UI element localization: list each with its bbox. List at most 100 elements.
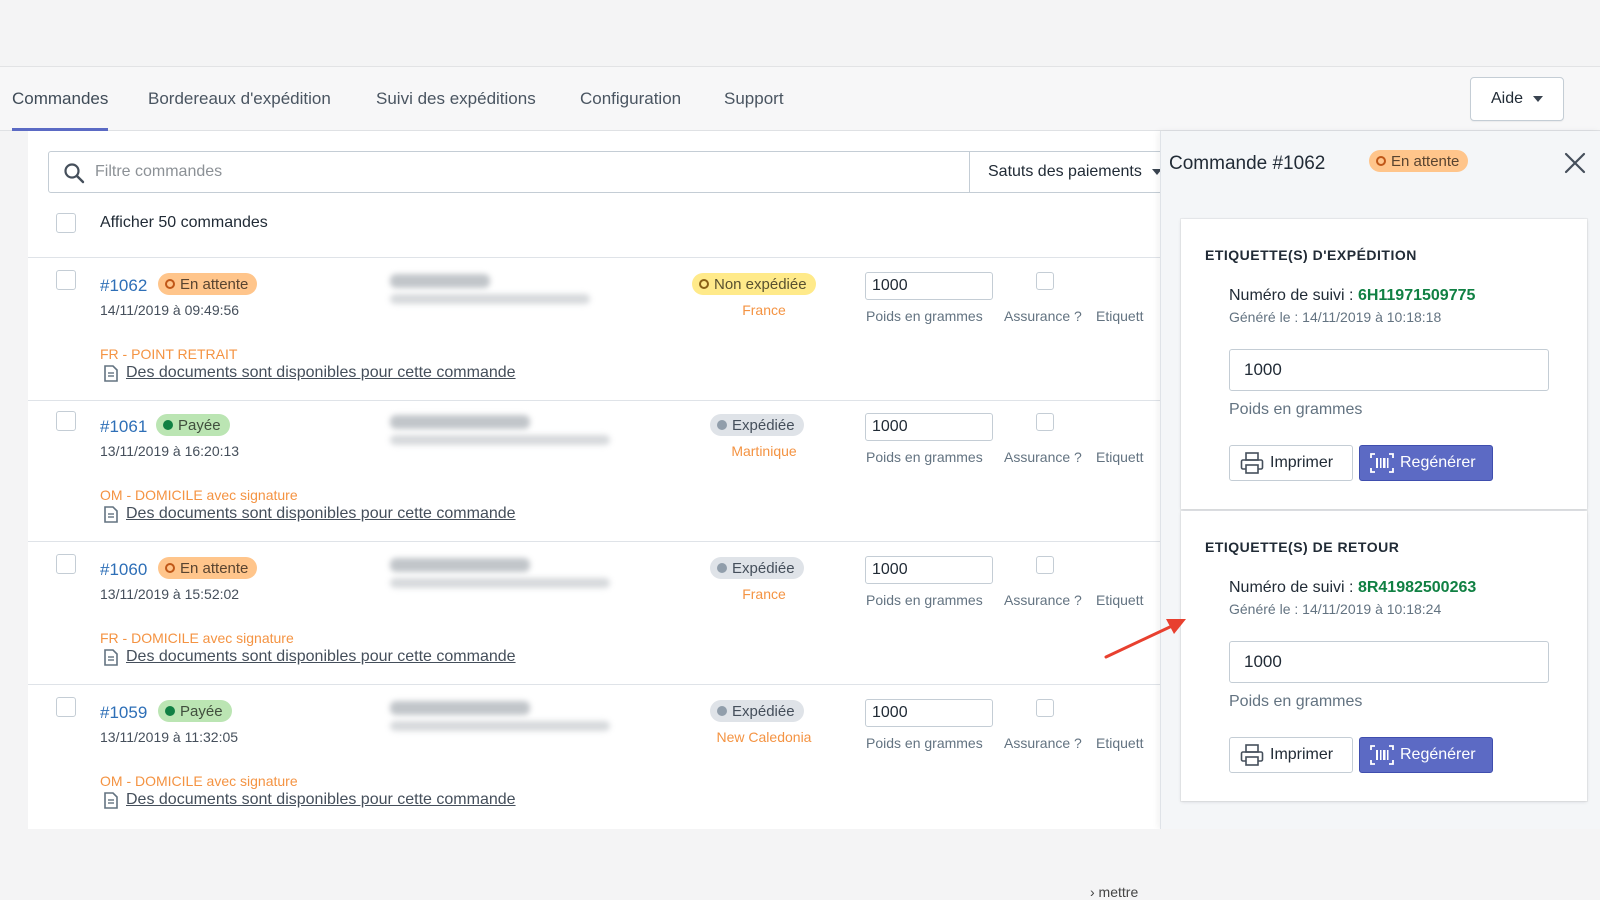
shipping-weight-input[interactable] (1229, 349, 1549, 391)
return-weight-input[interactable] (1229, 641, 1549, 683)
regenerate-button[interactable]: Regénérer (1359, 737, 1493, 773)
documents-link[interactable]: Des documents sont disponibles pour cett… (126, 648, 516, 666)
tab-configuration[interactable]: Configuration (580, 67, 681, 131)
status-dot-icon (1376, 156, 1386, 166)
customer-email-redacted (390, 721, 610, 731)
caret-down-icon (1151, 169, 1160, 175)
badge-label: Expédiée (732, 416, 795, 434)
insurance-checkbox[interactable] (1036, 272, 1054, 290)
insurance-checkbox[interactable] (1036, 413, 1054, 431)
payment-status-badge: En attente (158, 557, 258, 579)
order-id-link[interactable]: #1062 (100, 276, 147, 296)
insurance-checkbox[interactable] (1036, 556, 1054, 574)
order-id-link[interactable]: #1059 (100, 703, 147, 723)
document-icon (104, 792, 118, 809)
status-dot-icon (717, 563, 727, 573)
shipping-service: OM - DOMICILE avec signature (100, 773, 298, 789)
show-orders-label: Afficher 50 commandes (100, 214, 268, 231)
print-button[interactable]: Imprimer (1229, 737, 1353, 773)
weight-label: Poids en grammes (866, 308, 983, 324)
weight-input[interactable] (865, 413, 993, 441)
document-icon (104, 506, 118, 523)
weight-label: Poids en grammes (1229, 693, 1363, 710)
card-title: ETIQUETTE(S) D'EXPÉDITION (1205, 247, 1417, 263)
card-title: ETIQUETTE(S) DE RETOUR (1205, 539, 1400, 555)
weight-input[interactable] (865, 699, 993, 727)
search-icon (64, 163, 85, 184)
shipping-service: FR - POINT RETRAIT (100, 346, 238, 362)
badge-label: Payée (178, 416, 221, 434)
badge-label: Payée (180, 702, 223, 720)
row-checkbox[interactable] (56, 697, 76, 717)
regenerate-label: Regénérer (1400, 454, 1476, 471)
search-input[interactable] (95, 160, 855, 184)
panel-title: Commande #1062 (1169, 153, 1326, 174)
order-id-link[interactable]: #1061 (100, 417, 147, 437)
tracking-number-value[interactable]: 6H11971509775 (1358, 287, 1475, 304)
weight-label: Poids en grammes (866, 735, 983, 751)
shipping-service: FR - DOMICILE avec signature (100, 630, 294, 646)
weight-input[interactable] (865, 272, 993, 300)
regenerate-label: Regénérer (1400, 746, 1476, 763)
payment-status-badge: Payée (156, 414, 230, 436)
customer-name-redacted (390, 274, 490, 288)
payment-status-select[interactable]: Satuts des paiements (969, 152, 1160, 192)
row-checkbox[interactable] (56, 411, 76, 431)
tracking-label: Numéro de suivi : (1229, 579, 1358, 596)
print-button[interactable]: Imprimer (1229, 445, 1353, 481)
table-row: #1061 Payée 13/11/2019 à 16:20:13 Expédi… (28, 399, 1160, 542)
filter-bar: Satuts des paiements (48, 151, 1160, 193)
help-dropdown-button[interactable]: Aide (1470, 77, 1564, 121)
label-column-label: Etiquett (1096, 308, 1144, 324)
tracking-number-value[interactable]: 8R41982500263 (1358, 579, 1476, 596)
help-label: Aide (1490, 90, 1524, 107)
destination-country: France (742, 302, 786, 318)
weight-input[interactable] (865, 556, 993, 584)
print-label: Imprimer (1270, 746, 1334, 763)
customer-name-redacted (390, 558, 530, 572)
insurance-checkbox[interactable] (1036, 699, 1054, 717)
label-column-label: Etiquett (1096, 735, 1144, 751)
insurance-label: Assurance ? (1004, 735, 1082, 751)
select-all-checkbox[interactable] (56, 213, 76, 233)
badge-label: Expédiée (732, 559, 795, 577)
print-label: Imprimer (1270, 454, 1334, 471)
weight-label: Poids en grammes (1229, 401, 1363, 418)
order-date: 13/11/2019 à 11:32:05 (100, 729, 239, 745)
insurance-label: Assurance ? (1004, 592, 1082, 608)
status-dot-icon (717, 420, 727, 430)
status-dot-icon (165, 706, 175, 716)
caret-down-icon (1533, 96, 1544, 102)
status-dot-icon (717, 706, 727, 716)
weight-label: Poids en grammes (866, 449, 983, 465)
close-icon[interactable] (1561, 149, 1589, 177)
order-id-link[interactable]: #1060 (100, 560, 147, 580)
customer-name-redacted (390, 701, 530, 715)
footer-fragment: › mettre (1090, 884, 1139, 900)
insurance-label: Assurance ? (1004, 308, 1082, 324)
insurance-label: Assurance ? (1004, 449, 1082, 465)
shipping-service: OM - DOMICILE avec signature (100, 487, 298, 503)
row-checkbox[interactable] (56, 554, 76, 574)
tab-bordereaux[interactable]: Bordereaux d'expédition (148, 67, 331, 131)
customer-email-redacted (390, 435, 610, 445)
documents-link[interactable]: Des documents sont disponibles pour cett… (126, 791, 516, 809)
badge-label: En attente (1391, 152, 1460, 170)
shipping-label-card: ETIQUETTE(S) D'EXPÉDITION Numéro de suiv… (1181, 219, 1587, 509)
order-detail-panel: Commande #1062 En attente ETIQUETTE(S) D… (1160, 131, 1600, 829)
main-nav: Commandes Bordereaux d'expédition Suivi … (0, 67, 1600, 131)
document-icon (104, 649, 118, 666)
order-status-badge: En attente (1369, 150, 1469, 172)
regenerate-button[interactable]: Regénérer (1359, 445, 1493, 481)
badge-label: En attente (180, 559, 249, 577)
documents-link[interactable]: Des documents sont disponibles pour cett… (126, 364, 516, 382)
table-row: #1059 Payée 13/11/2019 à 11:32:05 Expédi… (28, 685, 1160, 828)
tab-commandes[interactable]: Commandes (12, 67, 109, 131)
table-row: #1060 En attente 13/11/2019 à 15:52:02 E… (28, 542, 1160, 685)
row-checkbox[interactable] (56, 270, 76, 290)
documents-link[interactable]: Des documents sont disponibles pour cett… (126, 505, 516, 523)
table-row: #1062 En attente 14/11/2019 à 09:49:56 N… (28, 258, 1160, 401)
tab-suivi[interactable]: Suivi des expéditions (376, 67, 536, 131)
tab-support[interactable]: Support (724, 67, 784, 131)
status-dot-icon (163, 420, 173, 430)
